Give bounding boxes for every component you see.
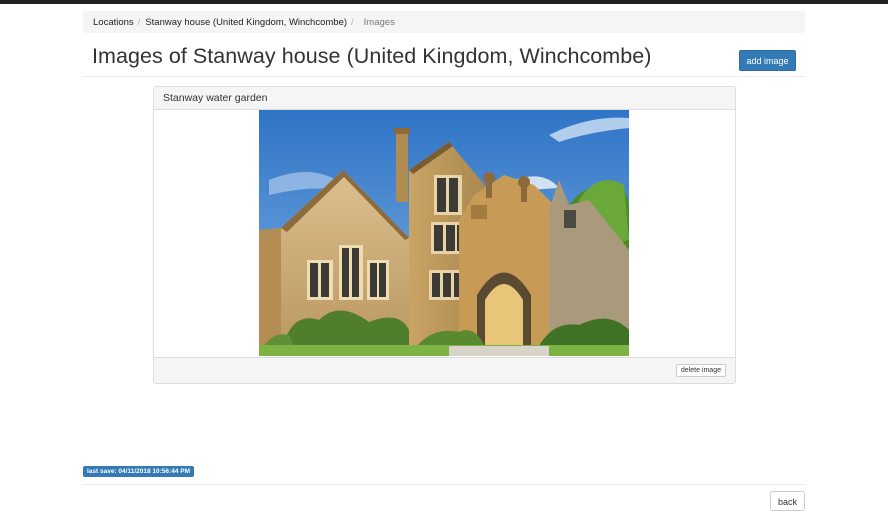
footer-divider xyxy=(83,484,805,485)
last-save-badge: last save: 04/11/2018 10:56:44 PM xyxy=(83,466,194,477)
breadcrumb: Locations / Stanway house (United Kingdo… xyxy=(83,11,805,33)
add-image-button[interactable]: add image xyxy=(739,50,796,71)
image-panel-footer: delete image xyxy=(154,357,735,383)
back-button[interactable]: back xyxy=(770,491,805,511)
breadcrumb-location-link[interactable]: Stanway house (United Kingdom, Winchcomb… xyxy=(145,17,347,28)
delete-image-button[interactable]: delete image xyxy=(675,364,726,377)
header-divider xyxy=(83,76,805,77)
image-panel-body xyxy=(154,110,735,357)
image-panel: Stanway water garden delete image xyxy=(153,86,736,384)
breadcrumb-separator: / xyxy=(137,16,141,28)
breadcrumb-separator: / xyxy=(351,16,354,28)
breadcrumb-current: Images xyxy=(363,16,395,28)
breadcrumb-locations-link[interactable]: Locations xyxy=(93,17,134,28)
top-navbar xyxy=(0,0,888,4)
page-title: Images of Stanway house (United Kingdom,… xyxy=(92,44,652,68)
location-photo xyxy=(259,110,629,356)
image-caption: Stanway water garden xyxy=(154,87,735,110)
